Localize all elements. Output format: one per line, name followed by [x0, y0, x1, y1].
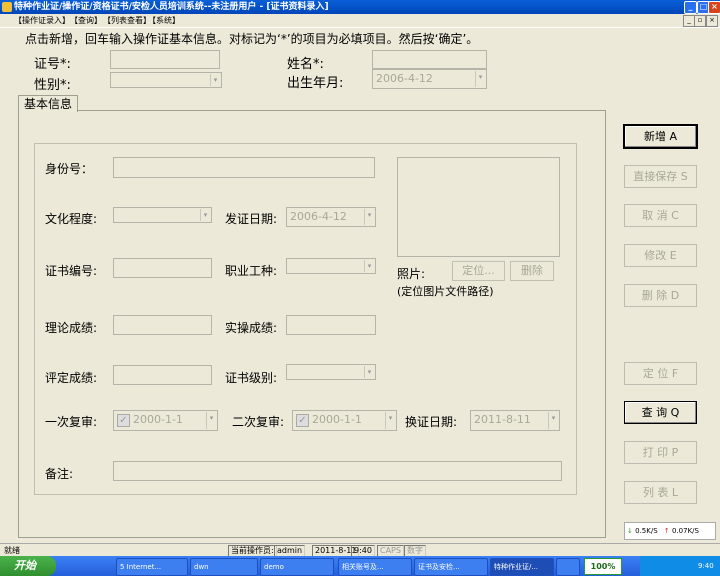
- photo-label: 照片:: [397, 267, 426, 281]
- education-select[interactable]: ▾: [113, 207, 212, 223]
- name-label: 姓名*:: [287, 57, 324, 72]
- query-button[interactable]: 查 询 Q: [624, 401, 697, 424]
- app-icon: [2, 2, 12, 12]
- cert-no-input[interactable]: [110, 50, 220, 69]
- delete-photo-button[interactable]: 删除: [510, 261, 554, 281]
- menu-cert-entry[interactable]: 【操作证录入】: [14, 14, 70, 27]
- cert-level-select[interactable]: ▾: [286, 364, 376, 380]
- menu-system[interactable]: 【系统】: [148, 14, 180, 27]
- gender-label: 性别*:: [34, 78, 71, 93]
- upload-speed: 0.07K/S: [671, 527, 699, 535]
- chevron-down-icon: ▾: [200, 209, 210, 221]
- new-button[interactable]: 新增 A: [623, 124, 698, 149]
- hint-text: 点击新增，回车输入操作证基本信息。对标记为‘*’的项目为必填项目。然后按‘确定’…: [25, 32, 479, 46]
- taskbar: 开始 5 Internet... dwn demo 相关账号及... 证书及安检…: [0, 556, 720, 576]
- cert-number-input[interactable]: [113, 258, 212, 278]
- window-title: 特种作业证/操作证/资格证书/安检人员培训系统--未注册用户 - [证书资料录入…: [14, 2, 329, 12]
- renew-date-picker[interactable]: 2011-8-11 ▾: [470, 410, 560, 431]
- chevron-down-icon: ▾: [210, 74, 220, 86]
- photo-box: [397, 157, 560, 257]
- review1-date-picker[interactable]: ✓ 2000-1-1 ▾: [113, 410, 218, 431]
- cancel-button[interactable]: 取 消 C: [624, 204, 697, 227]
- taskbar-item[interactable]: [556, 558, 580, 576]
- birth-date-value: 2006-4-12: [376, 72, 433, 85]
- eval-score-input[interactable]: [113, 365, 212, 385]
- practice-score-label: 实操成绩:: [225, 321, 278, 335]
- review1-date-value: 2000-1-1: [133, 413, 183, 426]
- menu-query[interactable]: 【查询】: [70, 14, 102, 27]
- issue-date-label: 发证日期:: [225, 212, 278, 226]
- taskbar-item-active[interactable]: 特种作业证/...: [490, 558, 554, 576]
- cert-level-label: 证书级别:: [225, 371, 278, 385]
- cert-no-label: 证号*:: [34, 57, 71, 72]
- menu-bar: 【操作证录入】 【查询】 【列表查看】 【系统】: [0, 14, 720, 28]
- theory-score-input[interactable]: [113, 315, 212, 335]
- birth-date-picker[interactable]: 2006-4-12 ▾: [372, 69, 487, 89]
- id-label: 身份号：: [45, 162, 94, 176]
- start-button[interactable]: 开始: [0, 556, 56, 576]
- upload-icon: ↑: [663, 527, 670, 535]
- locate-photo-button[interactable]: 定位...: [452, 261, 505, 281]
- system-tray: 9:40: [640, 556, 720, 576]
- photo-hint: (定位图片文件路径): [397, 285, 494, 298]
- network-speed-widget: ↓ 0.5K/S ↑ 0.07K/S: [624, 522, 716, 540]
- education-label: 文化程度:: [45, 212, 98, 226]
- tab-basic-info[interactable]: 基本信息: [18, 95, 78, 112]
- delete-button[interactable]: 删 除 D: [624, 284, 697, 307]
- review2-date-picker[interactable]: ✓ 2000-1-1 ▾: [292, 410, 397, 431]
- minimize-button[interactable]: _: [684, 1, 697, 14]
- child-close-button[interactable]: ×: [706, 15, 718, 27]
- review2-checkbox[interactable]: ✓: [296, 414, 309, 427]
- taskbar-item[interactable]: 相关账号及...: [338, 558, 412, 576]
- chevron-down-icon: ▾: [364, 366, 374, 378]
- remark-label: 备注:: [45, 467, 74, 481]
- direct-save-button[interactable]: 直接保存 S: [624, 165, 697, 188]
- issue-date-picker[interactable]: 2006-4-12 ▾: [286, 207, 376, 227]
- review2-label: 二次复审:: [232, 415, 285, 429]
- gender-select[interactable]: ▾: [110, 72, 222, 88]
- job-type-label: 职业工种:: [225, 264, 278, 278]
- chevron-down-icon: ▾: [364, 209, 374, 225]
- renew-date-value: 2011-8-11: [474, 413, 531, 426]
- review2-date-value: 2000-1-1: [312, 413, 362, 426]
- id-input[interactable]: [113, 157, 375, 178]
- chevron-down-icon: ▾: [206, 412, 216, 429]
- birth-label: 出生年月:: [287, 76, 344, 91]
- cert-number-label: 证书编号:: [45, 264, 98, 278]
- print-button[interactable]: 打 印 P: [624, 441, 697, 464]
- issue-date-value: 2006-4-12: [290, 210, 347, 223]
- theory-score-label: 理论成绩:: [45, 321, 98, 335]
- edit-button[interactable]: 修改 E: [624, 244, 697, 267]
- job-type-select[interactable]: ▾: [286, 258, 376, 274]
- locate-button[interactable]: 定 位 F: [624, 362, 697, 385]
- remark-input[interactable]: [113, 461, 562, 481]
- taskbar-item[interactable]: dwn: [190, 558, 258, 576]
- zoom-indicator[interactable]: 100%: [584, 558, 622, 575]
- status-bar: 就绪 当前操作员: admin 2011-8-11 9:40 CAPS 数字: [0, 543, 720, 557]
- title-bar: 特种作业证/操作证/资格证书/安检人员培训系统--未注册用户 - [证书资料录入…: [0, 0, 720, 14]
- eval-score-label: 评定成绩:: [45, 371, 98, 385]
- renew-date-label: 换证日期:: [405, 415, 458, 429]
- close-button[interactable]: ×: [708, 1, 720, 14]
- name-input[interactable]: [372, 50, 487, 69]
- child-restore-button[interactable]: ▫: [694, 15, 706, 27]
- download-speed: 0.5K/S: [635, 527, 658, 535]
- list-button[interactable]: 列 表 L: [624, 481, 697, 504]
- download-icon: ↓: [627, 527, 633, 535]
- taskbar-item[interactable]: demo: [260, 558, 334, 576]
- chevron-down-icon: ▾: [475, 71, 485, 87]
- taskbar-item[interactable]: 5 Internet...: [116, 558, 188, 576]
- menu-list-view[interactable]: 【列表查看】: [103, 14, 151, 27]
- chevron-down-icon: ▾: [385, 412, 395, 429]
- review1-checkbox[interactable]: ✓: [117, 414, 130, 427]
- chevron-down-icon: ▾: [548, 412, 558, 429]
- review1-label: 一次复审:: [45, 415, 98, 429]
- practice-score-input[interactable]: [286, 315, 376, 335]
- chevron-down-icon: ▾: [364, 260, 374, 272]
- taskbar-item[interactable]: 证书及安检...: [414, 558, 488, 576]
- taskbar-clock[interactable]: 9:40: [698, 556, 714, 576]
